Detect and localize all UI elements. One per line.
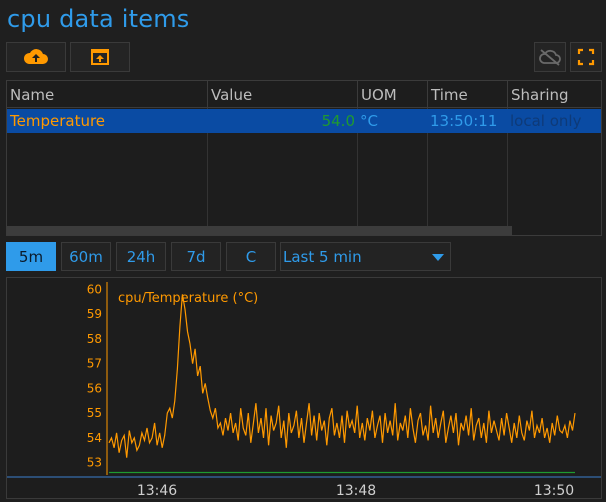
y-tick-label: 54 bbox=[87, 431, 102, 445]
table-row[interactable]: Temperature 54.0 °C 13:50:11 local only bbox=[7, 109, 601, 133]
cell-sharing: local only bbox=[510, 112, 582, 130]
cell-uom: °C bbox=[360, 112, 378, 130]
upload-button[interactable] bbox=[6, 42, 66, 72]
column-header-time[interactable]: Time bbox=[428, 81, 508, 108]
cell-value: 54.0 bbox=[321, 112, 355, 130]
y-tick-label: 57 bbox=[87, 357, 102, 371]
x-tick-label: 13:50 bbox=[534, 483, 574, 498]
y-tick-label: 58 bbox=[87, 332, 102, 346]
y-tick-label: 60 bbox=[87, 282, 102, 296]
column-header-name[interactable]: Name bbox=[7, 81, 208, 108]
window-export-icon bbox=[91, 49, 109, 65]
series-line-temperature bbox=[108, 294, 576, 458]
series-label: cpu/Temperature (°C) bbox=[118, 291, 258, 306]
line-chart: 53 54 55 56 57 58 59 60 13:46 13:48 13:50 cpu/Tempe… bbox=[7, 282, 601, 499]
y-tick-label: 55 bbox=[87, 406, 102, 420]
fullscreen-button[interactable] bbox=[570, 42, 602, 72]
x-tick-label: 13:46 bbox=[137, 483, 177, 498]
chart-panel: 53 54 55 56 57 58 59 60 13:46 13:48 13:50 cpu/Tempe… bbox=[6, 277, 602, 499]
cell-time: 13:50:11 bbox=[430, 112, 498, 130]
range-5m-button[interactable]: 5m bbox=[6, 242, 56, 271]
cloud-upload-icon bbox=[23, 49, 48, 64]
range-60m-button[interactable]: 60m bbox=[61, 242, 111, 271]
range-select[interactable]: Last 5 min bbox=[280, 242, 451, 271]
export-button[interactable] bbox=[70, 42, 130, 72]
cloud-sync-toggle[interactable] bbox=[534, 42, 566, 72]
y-tick-label: 53 bbox=[87, 456, 102, 470]
data-items-table: Name Value UOM Time Sharing Temperature … bbox=[6, 80, 602, 236]
chevron-down-icon bbox=[432, 254, 444, 261]
column-header-sharing[interactable]: Sharing bbox=[508, 81, 601, 108]
column-header-uom[interactable]: UOM bbox=[358, 81, 428, 108]
horizontal-scrollbar[interactable] bbox=[7, 226, 512, 235]
cloud-off-icon bbox=[539, 49, 561, 66]
x-tick-label: 13:48 bbox=[336, 483, 376, 498]
fullscreen-icon bbox=[577, 48, 595, 66]
y-tick-label: 59 bbox=[87, 307, 102, 321]
range-select-value: Last 5 min bbox=[283, 248, 362, 266]
range-7d-button[interactable]: 7d bbox=[171, 242, 221, 271]
range-custom-button[interactable]: C bbox=[226, 242, 276, 271]
y-tick-label: 56 bbox=[87, 381, 102, 395]
column-header-value[interactable]: Value bbox=[208, 81, 358, 108]
range-24h-button[interactable]: 24h bbox=[116, 242, 166, 271]
cell-name: Temperature bbox=[10, 112, 106, 130]
page-title: cpu data items bbox=[7, 5, 190, 33]
